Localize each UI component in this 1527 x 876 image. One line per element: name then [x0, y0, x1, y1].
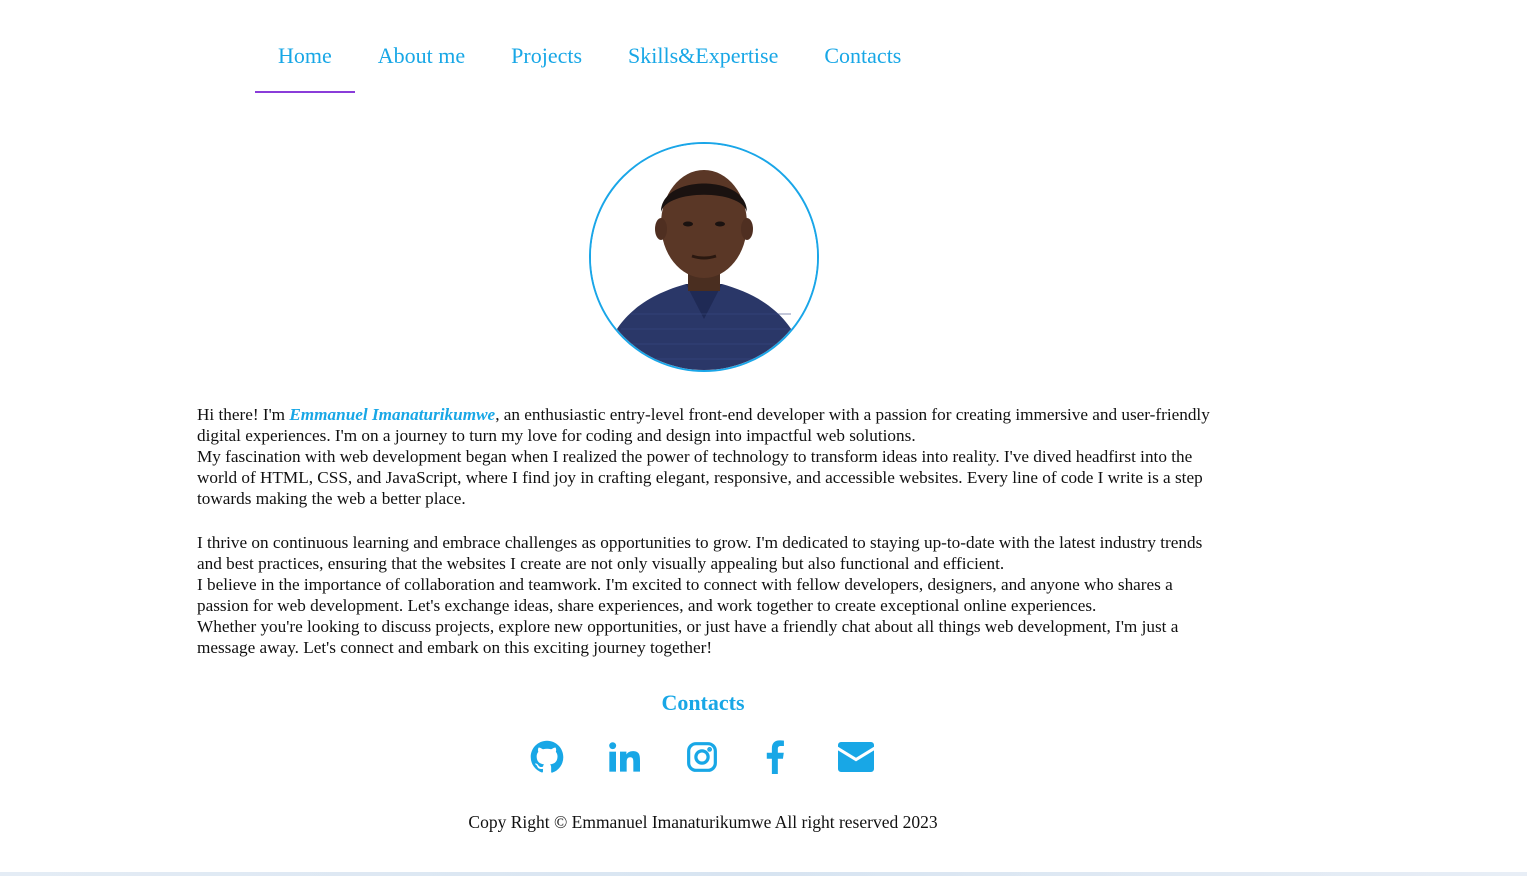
main-nav: Home About me Projects Skills&Expertise … [255, 40, 924, 93]
footer-copyright: Copy Right © Emmanuel Imanaturikumwe All… [468, 812, 938, 832]
author-name: Emmanuel Imanaturikumwe [289, 405, 496, 424]
bio-paragraph-3: I thrive on continuous learning and embr… [197, 533, 1203, 573]
contacts-heading: Contacts [661, 690, 745, 715]
instagram-icon[interactable] [686, 741, 718, 773]
nav-projects[interactable]: Projects [488, 40, 605, 72]
page: Home About me Projects Skills&Expertise … [0, 0, 1527, 876]
bio-paragraph-2: My fascination with web development bega… [197, 447, 1203, 508]
bio-paragraph-4: I believe in the importance of collabora… [197, 575, 1173, 615]
github-icon[interactable] [530, 740, 564, 774]
social-links [530, 740, 874, 774]
envelope-icon[interactable] [838, 742, 874, 772]
facebook-icon[interactable] [764, 740, 786, 774]
bottom-divider [0, 872, 1527, 876]
nav-home[interactable]: Home [255, 40, 355, 93]
bio-greeting: Hi there! I'm [197, 405, 290, 424]
bio-paragraph-5: Whether you're looking to discuss projec… [197, 617, 1179, 657]
nav-contacts[interactable]: Contacts [801, 40, 924, 72]
about-text: Hi there! I'm Emmanuel Imanaturikumwe, a… [197, 404, 1217, 658]
bio-paragraph-1: Hi there! I'm Emmanuel Imanaturikumwe, a… [197, 404, 1217, 446]
nav-about-me[interactable]: About me [355, 40, 488, 72]
nav-skills-expertise[interactable]: Skills&Expertise [605, 40, 801, 72]
linkedin-icon[interactable] [608, 741, 640, 773]
profile-photo [589, 142, 819, 372]
